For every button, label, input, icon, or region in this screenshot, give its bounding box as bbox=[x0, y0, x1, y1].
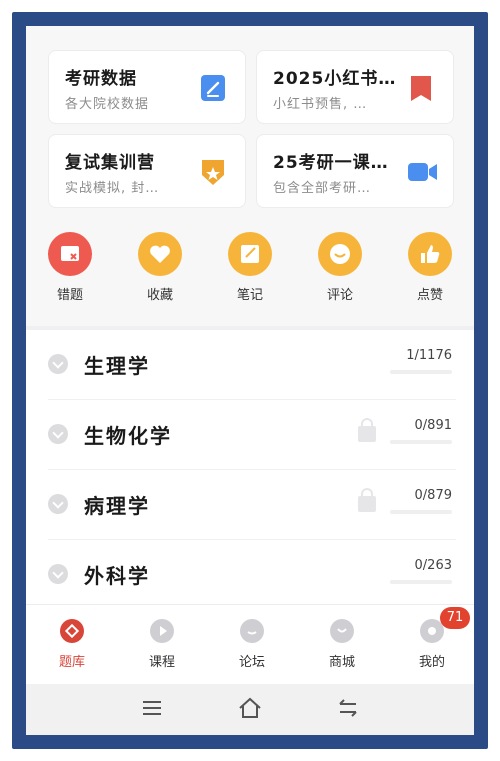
heart-icon bbox=[138, 232, 182, 276]
comment-icon bbox=[318, 232, 362, 276]
lock-icon bbox=[358, 488, 376, 512]
subject-progress-count: 0/263 bbox=[414, 558, 452, 573]
notification-badge: 71 bbox=[440, 607, 470, 629]
question-bank-icon bbox=[60, 619, 84, 643]
tab-label: 论坛 bbox=[238, 655, 265, 670]
tab-profile[interactable]: 71 我的 bbox=[402, 607, 470, 670]
play-icon bbox=[150, 619, 174, 643]
quick-action-comment[interactable]: 评论 bbox=[310, 232, 370, 303]
chevron-down-icon[interactable] bbox=[48, 424, 68, 444]
subject-progress-bar bbox=[390, 510, 452, 514]
subject-progress-bar bbox=[390, 370, 452, 374]
card-subtitle: 实战模拟, 封… bbox=[65, 181, 160, 196]
subject-title: 生理学 bbox=[84, 354, 150, 378]
document-edit-icon bbox=[199, 73, 227, 103]
quick-action-favorite[interactable]: 收藏 bbox=[130, 232, 190, 303]
lock-icon bbox=[358, 418, 376, 442]
bottom-tab-bar: 题库 课程 论坛 商城 71 我的 bbox=[26, 604, 474, 684]
app-screen: 考研数据 各大院校数据 2025小红书… 小红书预售, … 复试集训营 实战模拟… bbox=[26, 26, 474, 735]
subject-progress-count: 0/879 bbox=[414, 488, 452, 503]
tab-label: 课程 bbox=[148, 655, 175, 670]
chevron-down-icon[interactable] bbox=[48, 354, 68, 374]
subject-title: 外科学 bbox=[84, 564, 150, 588]
list-item[interactable]: 外科学 0/263 bbox=[26, 540, 474, 610]
card-title: 2025小红书… bbox=[273, 69, 397, 89]
quick-action-notes[interactable]: 笔记 bbox=[220, 232, 280, 303]
tab-label: 题库 bbox=[58, 655, 85, 670]
quick-action-label: 错题 bbox=[56, 288, 83, 303]
card-subtitle: 包含全部考研… bbox=[273, 181, 372, 196]
card-retest-camp[interactable]: 复试集训营 实战模拟, 封… bbox=[48, 134, 246, 208]
subject-list: 生理学 1/1176 生物化学 0/891 病理学 0/879 外科学 0/26… bbox=[26, 330, 474, 604]
list-item[interactable]: 病理学 0/879 bbox=[26, 470, 474, 540]
tab-label: 我的 bbox=[418, 655, 445, 670]
subject-progress-bar bbox=[390, 440, 452, 444]
home-icon[interactable] bbox=[236, 696, 264, 720]
system-nav-bar bbox=[26, 684, 474, 735]
subject-title: 病理学 bbox=[84, 494, 150, 518]
badge-star-icon bbox=[199, 157, 227, 187]
card-subtitle: 小红书预售, … bbox=[273, 97, 368, 112]
forum-icon bbox=[240, 619, 264, 643]
card-subtitle: 各大院校数据 bbox=[65, 97, 150, 112]
card-title: 考研数据 bbox=[65, 69, 137, 89]
list-item[interactable]: 生物化学 0/891 bbox=[26, 400, 474, 470]
card-25-course[interactable]: 25考研一课… 包含全部考研… bbox=[256, 134, 454, 208]
quick-action-like[interactable]: 点赞 bbox=[400, 232, 460, 303]
thumbs-up-icon bbox=[408, 232, 452, 276]
tab-courses[interactable]: 课程 bbox=[132, 619, 192, 670]
subject-progress-count: 0/891 bbox=[414, 418, 452, 433]
card-title: 25考研一课… bbox=[273, 153, 389, 173]
subject-progress-bar bbox=[390, 580, 452, 584]
quick-action-label: 收藏 bbox=[146, 288, 173, 303]
menu-icon[interactable] bbox=[138, 696, 166, 720]
tab-question-bank[interactable]: 题库 bbox=[42, 619, 102, 670]
quick-action-label: 点赞 bbox=[416, 288, 443, 303]
quick-actions: 错题 收藏 笔记 评论 点赞 bbox=[26, 232, 474, 318]
video-camera-icon bbox=[407, 157, 437, 187]
wrong-questions-icon bbox=[48, 232, 92, 276]
list-item[interactable]: 生理学 1/1176 bbox=[26, 330, 474, 400]
shop-icon bbox=[330, 619, 354, 643]
subject-progress-count: 1/1176 bbox=[406, 348, 452, 363]
chevron-down-icon[interactable] bbox=[48, 564, 68, 584]
tab-shop[interactable]: 商城 bbox=[312, 619, 372, 670]
card-title: 复试集训营 bbox=[65, 153, 155, 173]
card-kaoyan-data[interactable]: 考研数据 各大院校数据 bbox=[48, 50, 246, 124]
quick-action-label: 评论 bbox=[326, 288, 353, 303]
note-icon bbox=[228, 232, 272, 276]
back-icon[interactable] bbox=[334, 696, 362, 720]
bookmark-icon bbox=[407, 73, 435, 103]
subject-title: 生物化学 bbox=[84, 424, 172, 448]
tab-forum[interactable]: 论坛 bbox=[222, 619, 282, 670]
quick-action-label: 笔记 bbox=[236, 288, 263, 303]
tab-label: 商城 bbox=[328, 655, 355, 670]
quick-action-wrong[interactable]: 错题 bbox=[40, 232, 100, 303]
chevron-down-icon[interactable] bbox=[48, 494, 68, 514]
card-xiaohongshu[interactable]: 2025小红书… 小红书预售, … bbox=[256, 50, 454, 124]
